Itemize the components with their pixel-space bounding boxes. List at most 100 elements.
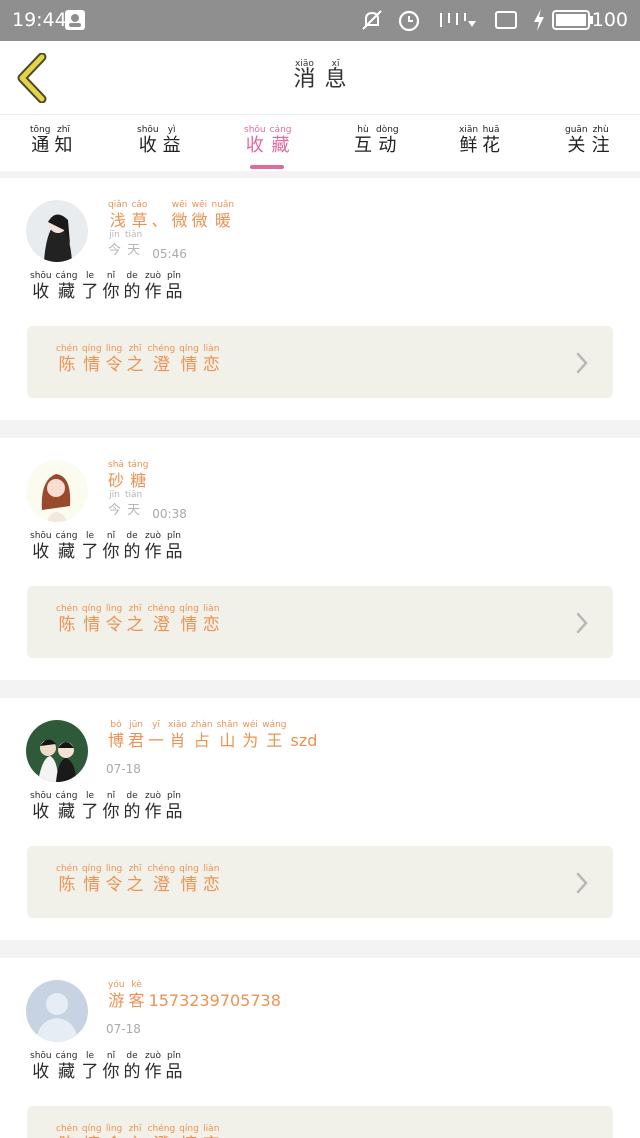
avatar[interactable] xyxy=(26,720,88,782)
work-pinyin: lìng xyxy=(105,1124,123,1134)
username-pinyin: táng xyxy=(128,460,149,470)
work-char: 澄 xyxy=(152,615,170,635)
screen-icon xyxy=(494,6,518,34)
username-char: 暖 xyxy=(214,211,231,230)
work-pinyin: chéng xyxy=(147,604,176,614)
work-pinyin: qíng xyxy=(81,1124,102,1134)
work-char: 情 xyxy=(180,355,198,375)
username-pinyin: bó xyxy=(110,720,122,730)
action-char: 的 xyxy=(123,1062,141,1082)
username-pinyin: kè xyxy=(131,980,142,990)
action-pinyin: zuò xyxy=(145,791,161,801)
work-link[interactable]: chén陈qíng情lìng令zhī之chéng澄qíng情liàn恋 xyxy=(27,846,613,918)
action-pinyin: cáng xyxy=(55,791,78,801)
action-pinyin: nǐ xyxy=(106,531,116,541)
username-pinyin: cǎo xyxy=(131,200,148,210)
action-char: 品 xyxy=(165,802,183,822)
action-char: 了 xyxy=(81,542,99,562)
username-char: 1573239705738 xyxy=(148,991,281,1010)
action-pinyin: de xyxy=(126,271,138,281)
action-char: 收 xyxy=(32,1062,50,1082)
work-pinyin: chén xyxy=(56,1124,78,1134)
username-pinyin: nuǎn xyxy=(211,200,235,210)
action-pinyin: nǐ xyxy=(106,791,116,801)
action-char: 作 xyxy=(144,802,162,822)
username[interactable]: bó 博 jūn 君 yī 一 xiāo 肖 zhàn 占 shān 山 wéi 为 wáng 王 szd xyxy=(106,720,319,751)
tab-favorites[interactable]: shōu 收 cáng 藏 xyxy=(242,125,294,156)
tab-interactions[interactable]: hù 互 dòng 动 xyxy=(352,125,401,156)
work-title: chén陈qíng情lìng令zhī之chéng澄qíng情liàn恋 xyxy=(54,344,222,375)
action-char: 的 xyxy=(123,282,141,302)
work-char: 陈 xyxy=(58,875,76,895)
tab-earnings[interactable]: shōu 收 yì 益 xyxy=(135,125,183,156)
work-pinyin: liàn xyxy=(203,344,220,354)
avatar[interactable] xyxy=(26,460,88,522)
message-card[interactable]: qiǎn 浅 cǎo 草、 wēi 微 wēi 微 nuǎn 暖 jīn 今 tiān 天 05:46 … xyxy=(0,178,640,420)
work-pinyin: qíng xyxy=(179,864,199,874)
work-link[interactable]: chén陈qíng情lìng令zhī之chéng澄qíng情liàn恋 xyxy=(27,1106,613,1138)
username-pinyin: shā xyxy=(108,460,124,470)
action-char: 藏 xyxy=(58,1062,76,1082)
work-pinyin: lìng xyxy=(105,344,123,354)
action-pinyin: de xyxy=(126,791,138,801)
work-title: chén陈qíng情lìng令zhī之chéng澄qíng情liàn恋 xyxy=(54,1124,222,1138)
avatar[interactable] xyxy=(26,200,88,262)
action-pinyin: de xyxy=(126,1051,138,1061)
chevron-right-icon xyxy=(576,352,588,374)
work-pinyin: qíng xyxy=(81,344,102,354)
username-char: 微 xyxy=(171,211,188,230)
work-pinyin: qíng xyxy=(179,344,199,354)
work-pinyin: qíng xyxy=(81,604,102,614)
work-char: 情 xyxy=(83,355,101,375)
username[interactable]: shā 砂 táng 糖 xyxy=(106,460,150,491)
username-pinyin: wēi xyxy=(191,200,208,210)
username-char: 为 xyxy=(242,731,259,750)
chevron-right-icon xyxy=(576,872,588,894)
battery-icon xyxy=(552,6,594,34)
action-char: 了 xyxy=(81,282,99,302)
work-pinyin: zhī xyxy=(128,864,142,874)
message-card[interactable]: yóu 游 kè 客 1573239705738 07-18 shōu 收 cáng 藏 le 了… xyxy=(0,958,640,1138)
action-text: shōu 收 cáng 藏 le 了 nǐ 你 de 的 zuò 作 pǐn 品 xyxy=(28,1051,185,1082)
work-char: 情 xyxy=(83,615,101,635)
action-text: shōu 收 cáng 藏 le 了 nǐ 你 de 的 zuò 作 pǐn 品 xyxy=(28,791,185,822)
username-char: 微 xyxy=(191,211,208,230)
username-char: 肖 xyxy=(169,731,186,750)
username-char: 草 xyxy=(131,211,148,230)
username-char: 浅 xyxy=(109,211,126,230)
timestamp: jīn 今 tiān 天 00:38 xyxy=(106,490,187,521)
day-pinyin: jīn xyxy=(109,490,120,500)
action-pinyin: pǐn xyxy=(167,791,181,801)
work-pinyin: zhī xyxy=(128,344,142,354)
header: xiāo 消 xī 息 xyxy=(0,41,640,114)
work-pinyin: chén xyxy=(56,344,78,354)
work-char: 令 xyxy=(105,355,123,375)
action-char: 收 xyxy=(32,542,50,562)
username-char: 客 xyxy=(128,991,145,1010)
message-card[interactable]: shā 砂 táng 糖 jīn 今 tiān 天 00:38 shōu 收 cáng 藏 le 了 n… xyxy=(0,438,640,680)
tab-notifications[interactable]: tōng 通 zhī 知 xyxy=(28,125,74,156)
work-link[interactable]: chén陈qíng情lìng令zhī之chéng澄qíng情liàn恋 xyxy=(27,586,613,658)
action-char: 你 xyxy=(102,802,120,822)
username-pinyin: shān xyxy=(216,720,239,730)
action-text: shōu 收 cáng 藏 le 了 nǐ 你 de 的 zuò 作 pǐn 品 xyxy=(28,531,185,562)
work-link[interactable]: chén陈qíng情lìng令zhī之chéng澄qíng情liàn恋 xyxy=(27,326,613,398)
message-card[interactable]: bó 博 jūn 君 yī 一 xiāo 肖 zhàn 占 shān 山 wéi 为 wáng 王 szd 07… xyxy=(0,698,640,940)
tab-follows[interactable]: guān 关 zhù 注 xyxy=(563,125,612,156)
username[interactable]: qiǎn 浅 cǎo 草、 wēi 微 wēi 微 nuǎn 暖 xyxy=(106,200,236,231)
avatar[interactable] xyxy=(26,980,88,1042)
work-char: 澄 xyxy=(152,875,170,895)
mute-icon xyxy=(360,6,384,34)
tab-flowers[interactable]: xiān 鲜 huā 花 xyxy=(457,125,502,156)
title-char: 息 xyxy=(324,67,347,92)
battery-level: 100 xyxy=(591,9,628,31)
action-pinyin: nǐ xyxy=(106,1051,116,1061)
username[interactable]: yóu 游 kè 客 1573239705738 xyxy=(106,980,283,1011)
tab-char: 藏 xyxy=(271,135,290,156)
action-pinyin: de xyxy=(126,531,138,541)
charging-icon xyxy=(532,6,546,34)
action-pinyin: cáng xyxy=(55,531,78,541)
tab-char: 动 xyxy=(378,135,397,156)
day-pinyin: tiān xyxy=(125,230,143,240)
timestamp: 07-18 xyxy=(106,1022,141,1036)
